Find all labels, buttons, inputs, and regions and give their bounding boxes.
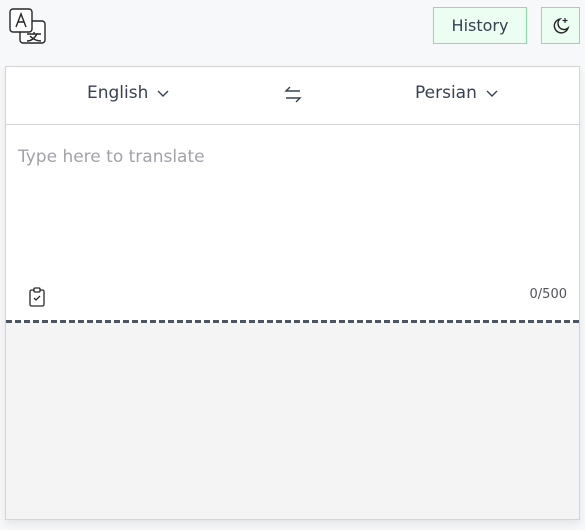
translate-logo-icon [9, 8, 47, 46]
source-language-label: English [87, 83, 149, 103]
target-language-select[interactable]: Persian [415, 83, 499, 103]
target-language-label: Persian [415, 83, 477, 103]
source-text-input[interactable] [6, 125, 579, 321]
swap-arrows-icon [284, 86, 302, 103]
moon-stars-icon [553, 17, 569, 34]
swap-languages-button[interactable] [284, 85, 302, 109]
clipboard-check-icon [29, 287, 45, 307]
translator-card: English Persian 0/500 [5, 66, 580, 520]
character-count: 0/500 [529, 287, 567, 302]
source-language-select[interactable]: English [87, 83, 170, 103]
history-button[interactable]: History [433, 7, 527, 44]
chevron-down-icon [157, 90, 169, 97]
language-bar: English Persian [6, 67, 579, 125]
dark-mode-toggle[interactable] [541, 7, 580, 44]
chevron-down-icon [486, 90, 498, 97]
paste-button[interactable] [28, 287, 46, 311]
translation-output [6, 323, 579, 519]
